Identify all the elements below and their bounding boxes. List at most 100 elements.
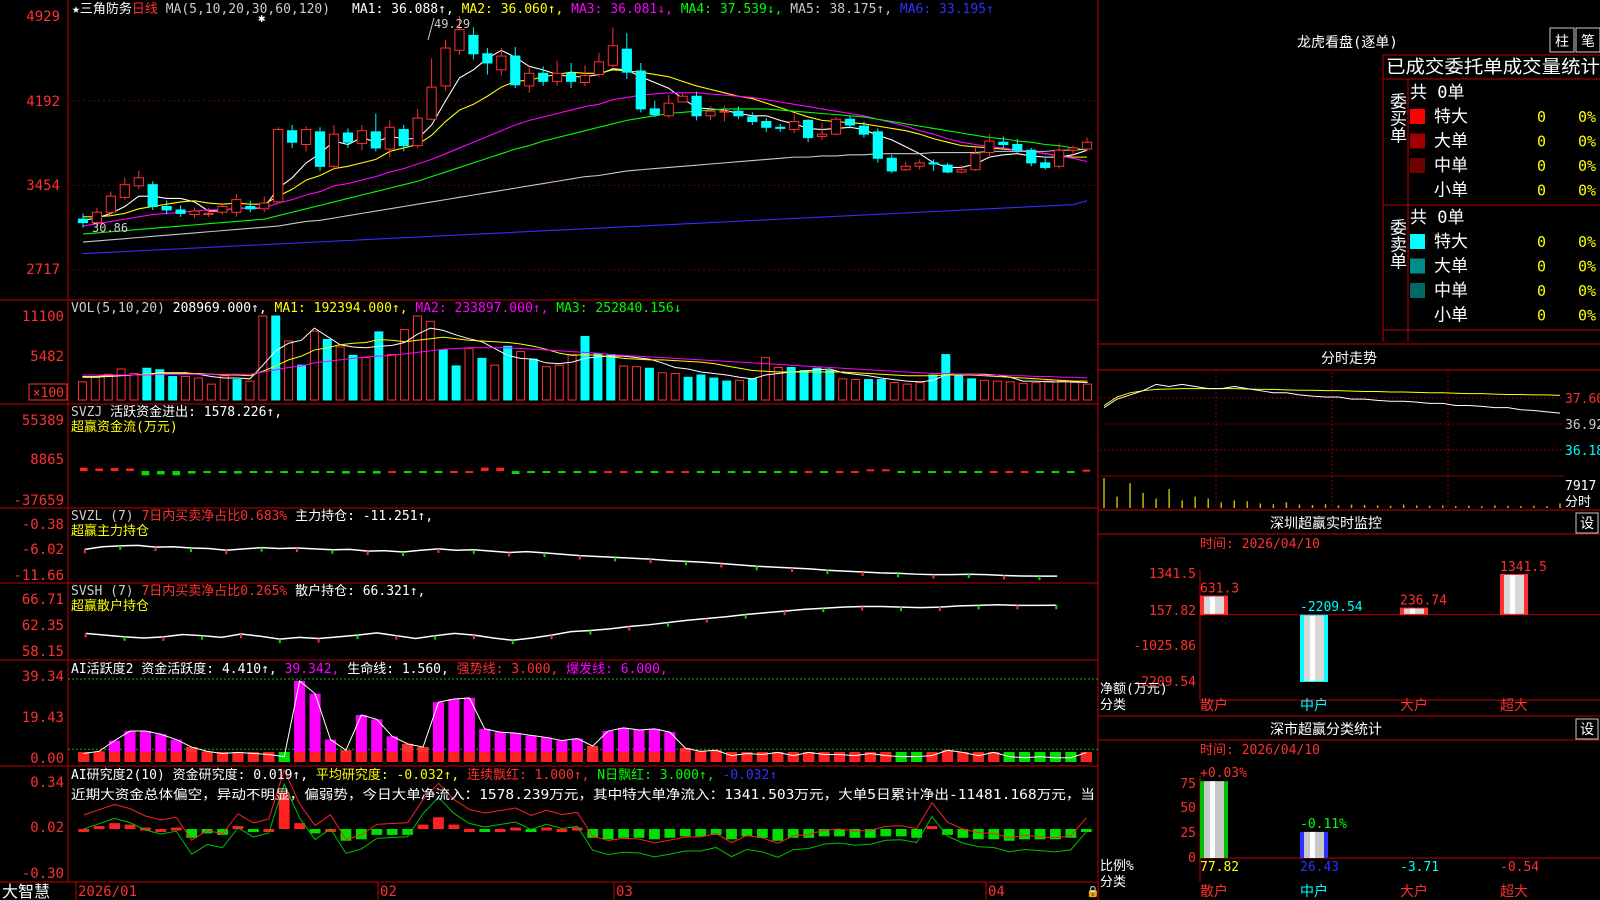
candle-body xyxy=(203,212,214,215)
ai-research-bar xyxy=(649,829,660,840)
vol-bar xyxy=(580,335,590,401)
svsh-tick xyxy=(744,614,747,619)
vol-bar xyxy=(361,357,371,401)
period-label[interactable]: 日线 xyxy=(132,2,158,17)
svzj-bar xyxy=(110,468,119,472)
vol-bar xyxy=(219,375,229,401)
candle-body xyxy=(300,129,312,145)
header-item: -0.032↑ xyxy=(715,768,778,783)
header-item: MA6: 33.195↑ xyxy=(892,2,994,17)
ai-research-bar xyxy=(355,829,367,840)
ai-activity-base xyxy=(602,752,614,762)
vol-bar xyxy=(722,380,732,401)
candle-body xyxy=(105,195,116,213)
ai-research-bar xyxy=(1034,829,1046,840)
vol-bar xyxy=(412,315,422,401)
candle-body xyxy=(77,218,89,224)
svzj-bar xyxy=(696,471,705,474)
candle-body xyxy=(287,130,298,143)
ai-activity-base xyxy=(833,752,846,762)
classify-bar-shine xyxy=(1310,831,1315,858)
svzj-bar xyxy=(372,471,381,474)
intraday-vol-label: 7917 xyxy=(1565,479,1596,494)
svzj-bar xyxy=(326,471,335,474)
vol-bar xyxy=(451,365,461,401)
ai-activity-base xyxy=(139,752,151,762)
ai-research-bar xyxy=(510,827,521,831)
candle-body xyxy=(900,165,911,171)
btn-column[interactable]: 柱 xyxy=(1555,34,1569,50)
candle-body xyxy=(356,130,367,144)
classify-title: 深市超赢分类统计 xyxy=(1270,721,1382,738)
monitor-settings-button[interactable]: 设 xyxy=(1580,516,1594,532)
vol-bar xyxy=(168,376,178,401)
dt-row-count: 0 xyxy=(1537,108,1546,126)
price-tick-3: 3454 xyxy=(26,178,60,194)
vol-bar xyxy=(1031,382,1041,401)
svzl-header: SVZL (7) 7日内买卖净占比0.683% 主力持仓: -11.251↑, xyxy=(71,508,433,524)
btn-pen[interactable]: 笔 xyxy=(1581,34,1595,50)
ai-research-bar xyxy=(417,824,429,829)
vol-bar xyxy=(77,381,87,401)
candle-body xyxy=(328,133,340,167)
ai-activity-base xyxy=(263,752,275,762)
header-item: 强势线: 3.000, xyxy=(449,661,558,677)
ai-research-bar xyxy=(124,824,136,829)
svzj-bar xyxy=(743,471,751,474)
svzj-bar xyxy=(558,471,566,474)
svsh-tick xyxy=(278,639,281,644)
ai-research-bar xyxy=(571,827,583,831)
header-item: VOL(5,10,20) xyxy=(71,301,165,316)
candle-body xyxy=(858,125,870,135)
svzj-bar xyxy=(1051,471,1060,474)
ai-research-header: AI研究度2(10) 资金研究度: 0.019↑, 平均研究度: -0.032↑… xyxy=(71,767,777,783)
vol-bar xyxy=(490,364,500,401)
dt-row-name: 中单 xyxy=(1434,156,1468,176)
ai-activity-base xyxy=(1065,752,1077,762)
date-label: 03 xyxy=(616,884,633,900)
vol-bar xyxy=(1005,381,1015,401)
ai-activity-base xyxy=(695,752,707,762)
svzj-bar xyxy=(311,471,319,474)
svzj-bar xyxy=(496,467,505,472)
svzj-bar xyxy=(264,471,273,474)
ai-activity-base xyxy=(494,752,506,762)
vol-bar xyxy=(309,330,319,401)
date-label: 2026/01 xyxy=(78,884,137,900)
ai-activity-base xyxy=(849,752,861,762)
ai-research-bar xyxy=(972,829,984,840)
candle-body xyxy=(593,61,605,75)
header-item: 7日内买卖净占比0.683% xyxy=(134,508,288,524)
svzj-bar xyxy=(635,471,643,474)
dt-subtitle: 已成交委托单成交量统计 xyxy=(1386,57,1600,78)
classify-category: 大户 xyxy=(1400,883,1428,900)
classify-settings-button[interactable]: 设 xyxy=(1580,722,1594,738)
candle-body xyxy=(384,126,395,150)
ai-activity-base xyxy=(926,752,938,762)
svzl-tick xyxy=(967,574,970,579)
candle-body xyxy=(370,131,381,149)
svsh-tick xyxy=(938,607,941,612)
candle-body xyxy=(259,202,270,210)
lock-icon[interactable]: 🔒 xyxy=(1086,885,1100,898)
svzl-tick xyxy=(649,559,652,564)
svsh-tick xyxy=(783,611,786,616)
monitor-bar-shine xyxy=(1210,596,1215,614)
ai-activity-base xyxy=(787,752,799,762)
ai-activity-base xyxy=(294,752,306,762)
header-item: MA5: 38.175↑, xyxy=(782,2,892,17)
ai-research-bar xyxy=(155,829,167,832)
monitor-bar-shine xyxy=(1410,608,1415,614)
candle-body xyxy=(747,116,758,123)
ai-activity-header: AI活跃度2 资金活跃度: 4.410↑, 39.342, 生命线: 1.560… xyxy=(71,661,668,677)
svzj-bar xyxy=(943,471,952,474)
svzl-tick xyxy=(402,552,405,557)
dt-sell-total: 共 0单 xyxy=(1410,208,1464,228)
candle-body xyxy=(1054,149,1065,167)
ai-activity-base xyxy=(571,752,583,762)
svzj-bar xyxy=(480,467,489,472)
candle-body xyxy=(314,131,326,167)
vol-bar xyxy=(438,349,448,401)
dt-row-name: 中单 xyxy=(1434,281,1468,301)
candle-body xyxy=(775,126,786,129)
